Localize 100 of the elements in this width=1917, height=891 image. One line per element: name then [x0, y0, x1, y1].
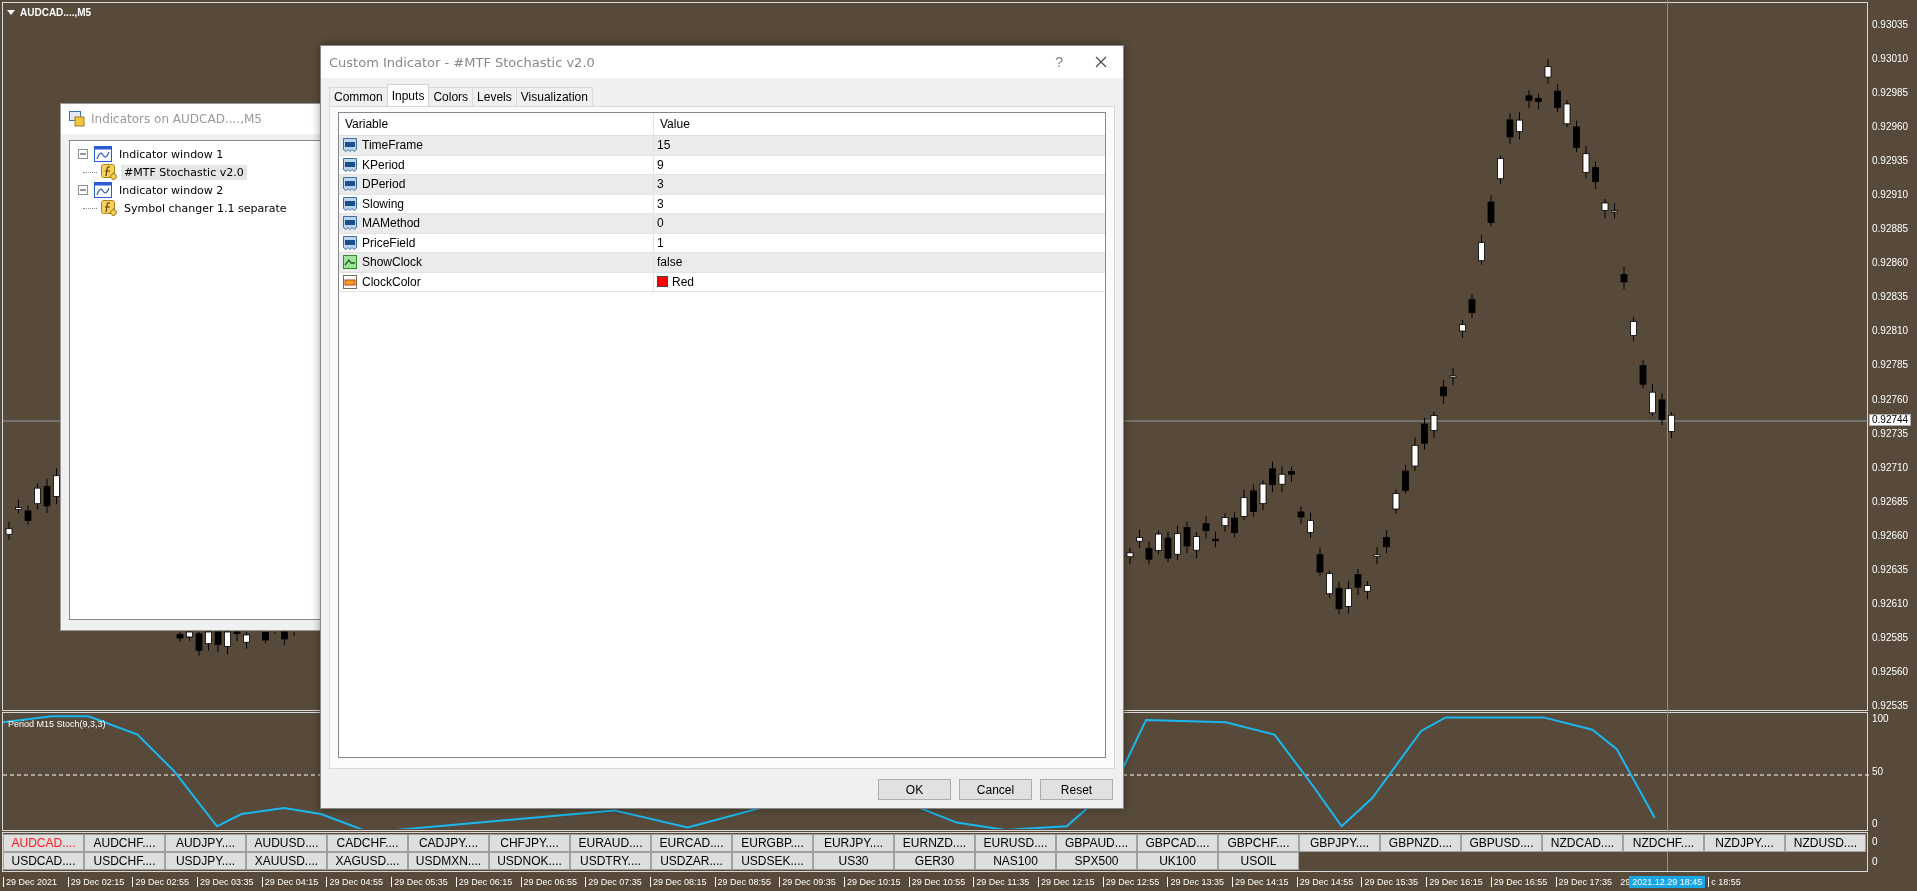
symbol-button[interactable]: AUDJPY....	[165, 834, 246, 852]
axis-label: 0	[1872, 856, 1879, 868]
symbol-button[interactable]: GBPCAD....	[1137, 834, 1218, 852]
symbol-button[interactable]: US30	[813, 852, 894, 870]
variable-value[interactable]: 9	[657, 157, 664, 172]
time-label: 29 Dec 08:15	[649, 876, 715, 887]
symbol-button[interactable]: NZDCAD....	[1542, 834, 1623, 852]
time-label: c 18:55	[1708, 876, 1773, 887]
window-icon	[94, 146, 112, 162]
time-label: 29 Dec 16:15	[1426, 876, 1491, 887]
symbol-button[interactable]: NZDJPY....	[1704, 834, 1785, 852]
function-icon	[101, 200, 117, 216]
price-label: 0.93035	[1872, 19, 1910, 30]
symbol-button[interactable]: EURGBP....	[732, 834, 813, 852]
symbol-button[interactable]: GER30	[894, 852, 975, 870]
expander-icon[interactable]	[78, 149, 88, 159]
symbol-button[interactable]: CADCHF....	[327, 834, 408, 852]
time-label: 29 Dec 04:55	[326, 876, 392, 887]
number-type-icon	[342, 176, 358, 193]
cancel-button[interactable]: Cancel	[959, 779, 1032, 800]
symbol-button[interactable]: EURAUD....	[570, 834, 651, 852]
number-type-icon	[342, 215, 358, 232]
symbol-button[interactable]: USDMXN....	[408, 852, 489, 870]
expander-icon[interactable]	[78, 185, 88, 195]
symbol-button[interactable]: SPX500	[1056, 852, 1137, 870]
symbol-button[interactable]: UK100	[1137, 852, 1218, 870]
tree-item[interactable]: Indicator window 2	[116, 182, 227, 198]
help-button[interactable]: ?	[1051, 54, 1067, 70]
time-label: 29 Dec 06:15	[455, 876, 521, 887]
tab[interactable]: Common	[329, 87, 388, 106]
symbol-button[interactable]: GBPAUD....	[1056, 834, 1137, 852]
symbol-button[interactable]: CHFJPY....	[489, 834, 570, 852]
tree-item[interactable]: #MTF Stochastic v2.0	[121, 164, 247, 180]
symbol-button[interactable]: GBPCHF....	[1218, 834, 1299, 852]
symbol-button[interactable]: USDJPY....	[165, 852, 246, 870]
symbol-button[interactable]: EURUSD....	[975, 834, 1056, 852]
price-label: 0.92610	[1872, 597, 1910, 609]
symbol-button[interactable]: USDNOK....	[489, 852, 570, 870]
symbol-button[interactable]: GBPNZD....	[1380, 834, 1461, 852]
time-label: 29 Dec 12:15	[1038, 876, 1103, 887]
tree-item[interactable]: Indicator window 1	[116, 146, 227, 162]
color-type-icon	[342, 273, 358, 290]
variable-name: MAMethod	[362, 216, 421, 231]
symbol-button[interactable]: NAS100	[975, 852, 1056, 870]
variable-value[interactable]: Red	[672, 274, 694, 289]
variable-name: ClockColor	[362, 274, 421, 289]
symbol-button[interactable]: EURNZD....	[894, 834, 975, 852]
number-type-icon	[342, 234, 358, 251]
cursor-time-label: 2021.12.29 18:45	[1629, 875, 1706, 888]
symbol-button[interactable]: USDCHF....	[84, 852, 165, 870]
symbol-button[interactable]: XAGUSD....	[327, 852, 408, 870]
price-label: 0.92785	[1872, 359, 1910, 371]
tree-item[interactable]: Symbol changer 1.1 separate	[121, 200, 290, 216]
price-label: 0.92560	[1872, 665, 1910, 677]
close-icon[interactable]	[1095, 56, 1107, 68]
symbol-button[interactable]: USDSEK....	[732, 852, 813, 870]
symbol-button[interactable]: USDCAD....	[3, 852, 84, 870]
symbol-button[interactable]: GBPUSD....	[1461, 834, 1542, 852]
number-type-icon	[342, 195, 358, 212]
number-type-icon	[342, 137, 358, 154]
symbol-button[interactable]: NZDCHF....	[1623, 834, 1704, 852]
symbol-button[interactable]: USDZAR....	[651, 852, 732, 870]
symbol-button[interactable]: EURJPY....	[813, 834, 894, 852]
time-label: 29 Dec 13:35	[1167, 876, 1233, 887]
reset-button[interactable]: Reset	[1040, 779, 1113, 800]
time-label: 29 Dec 12:55	[1102, 876, 1168, 887]
time-label: 29 Dec 2021	[3, 876, 68, 887]
symbol-button[interactable]: XAUUSD....	[246, 852, 327, 870]
column-header[interactable]: Value	[654, 113, 1105, 135]
symbol-button[interactable]: USDTRY....	[570, 852, 651, 870]
symbol-button[interactable]: CADJPY....	[408, 834, 489, 852]
time-label: 29 Dec 05:35	[391, 876, 456, 887]
variable-name: Slowing	[362, 196, 405, 211]
symbol-button[interactable]: USOIL	[1218, 852, 1299, 870]
dropdown-icon[interactable]	[7, 9, 15, 16]
column-header[interactable]: Variable	[339, 113, 654, 135]
symbol-button[interactable]: NZDUSD....	[1785, 834, 1866, 852]
time-label: 29 Dec 04:15	[261, 876, 327, 887]
symbol-button[interactable]: AUDUSD....	[246, 834, 327, 852]
axis-label: 100	[1872, 713, 1890, 724]
symbol-button[interactable]: GBPJPY....	[1299, 834, 1380, 852]
number-type-icon	[342, 156, 358, 173]
variable-value[interactable]: false	[657, 255, 683, 270]
variable-value[interactable]: 3	[657, 196, 664, 211]
tab[interactable]: Visualization	[515, 87, 593, 106]
axis-label: 50	[1872, 765, 1885, 777]
variable-name: DPeriod	[362, 177, 406, 192]
variable-value[interactable]: 0	[657, 216, 664, 231]
axis-label: 0	[1872, 818, 1879, 829]
variable-value[interactable]: 3	[657, 177, 664, 192]
symbol-button[interactable]: EURCAD....	[651, 834, 732, 852]
symbol-button[interactable]: AUDCHF....	[84, 834, 165, 852]
tab[interactable]: Inputs	[386, 84, 430, 106]
ok-button[interactable]: OK	[878, 779, 951, 800]
variable-value[interactable]: 1	[657, 235, 664, 250]
variable-value[interactable]: 15	[657, 138, 671, 153]
price-label: 0.92910	[1872, 189, 1910, 201]
price-label: 0.92960	[1872, 121, 1910, 133]
time-label: 29 Dec 11:35	[973, 876, 1038, 887]
time-label: 29 Dec 17:35	[1555, 876, 1621, 887]
